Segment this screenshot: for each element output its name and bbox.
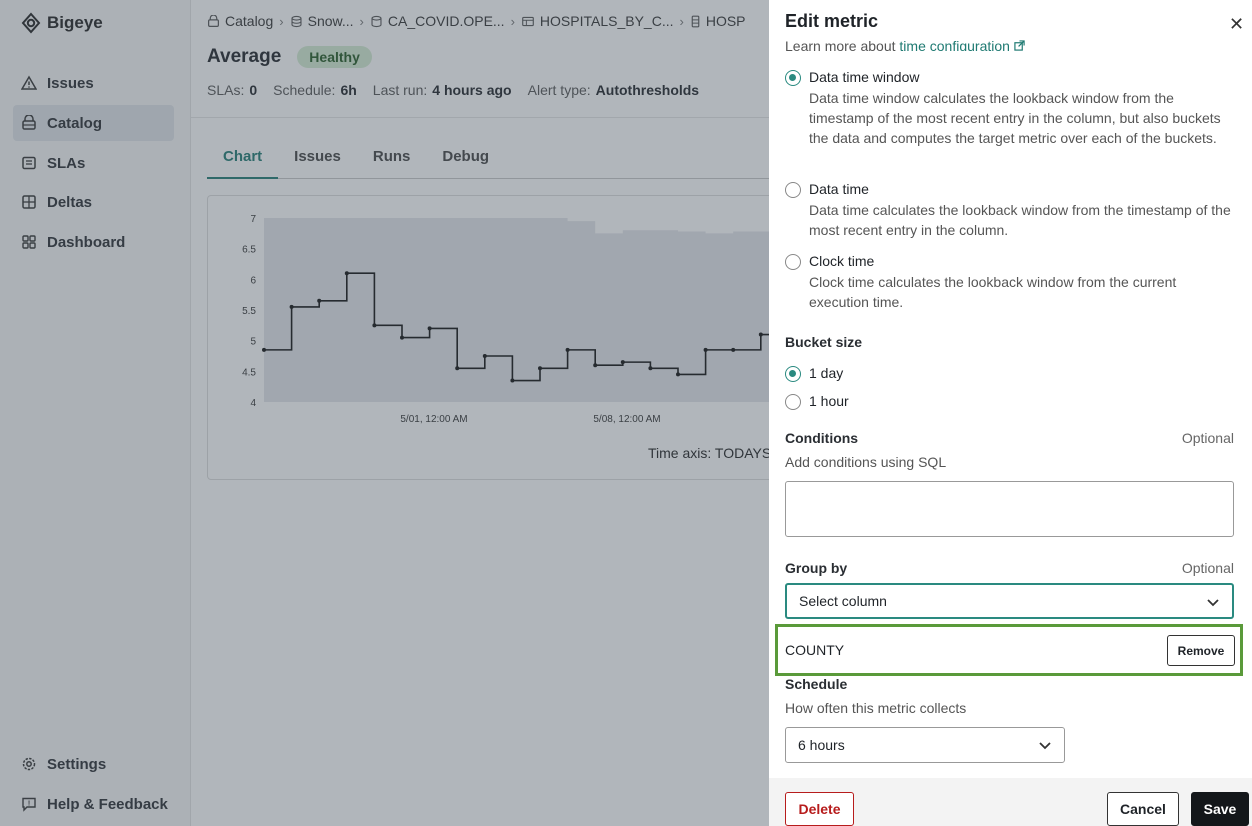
radio-description: Data time calculates the lookback window… [809, 202, 1231, 238]
chevron-down-icon [1039, 742, 1051, 750]
external-link-icon[interactable] [1014, 40, 1025, 51]
radio-data-time-window[interactable]: Data time window [785, 69, 920, 86]
radio-button-checked[interactable] [785, 366, 801, 382]
cancel-button[interactable]: Cancel [1107, 792, 1179, 826]
learn-more-text: Learn more about time configuration [785, 37, 1025, 51]
radio-label: Clock time [809, 253, 875, 269]
group-by-optional: Optional [1181, 560, 1234, 576]
modal-backdrop[interactable] [0, 0, 769, 826]
radio-clock-time[interactable]: Clock time [785, 253, 874, 270]
time-configuration-link[interactable]: time configuration [899, 38, 1010, 51]
schedule-select[interactable]: 6 hours [785, 727, 1065, 763]
save-button[interactable]: Save [1191, 792, 1249, 826]
radio-description: Clock time calculates the lookback windo… [809, 274, 1177, 310]
chevron-down-icon [1207, 599, 1219, 607]
schedule-label: Schedule [785, 676, 848, 692]
drawer-footer: Delete Cancel Save [769, 778, 1252, 826]
radio-description: Data time window calculates the lookback… [809, 90, 1221, 146]
radio-bucket-1-day[interactable]: 1 day [785, 365, 843, 382]
select-placeholder: Select column [799, 593, 887, 609]
group-by-label: Group by [785, 560, 848, 576]
select-value: 6 hours [798, 737, 845, 753]
conditions-label: Conditions [785, 430, 859, 446]
radio-button[interactable] [785, 182, 801, 198]
conditions-sql-input[interactable] [785, 481, 1234, 537]
close-icon[interactable]: ✕ [1229, 14, 1244, 35]
radio-label: Data time window [809, 69, 920, 85]
radio-label: 1 day [809, 365, 844, 381]
radio-bucket-1-hour[interactable]: 1 hour [785, 393, 849, 410]
radio-button[interactable] [785, 394, 801, 410]
radio-button[interactable] [785, 254, 801, 270]
radio-label: 1 hour [809, 393, 849, 409]
drawer-title: Edit metric [785, 11, 879, 31]
radio-data-time[interactable]: Data time [785, 181, 869, 198]
bucket-size-label: Bucket size [785, 334, 863, 350]
radio-label: Data time [809, 181, 869, 197]
group-by-selected-item: COUNTY Remove [775, 624, 1243, 676]
group-by-column-select[interactable]: Select column [785, 583, 1234, 619]
remove-button[interactable]: Remove [1167, 635, 1235, 666]
schedule-help: How often this metric collects [785, 700, 967, 716]
group-by-column-name: COUNTY [785, 642, 845, 658]
radio-button-checked[interactable] [785, 70, 801, 86]
delete-button[interactable]: Delete [785, 792, 854, 826]
edit-metric-drawer: Edit metric ✕ Learn more about time conf… [769, 0, 1252, 826]
conditions-help: Add conditions using SQL [785, 454, 947, 470]
learn-prefix: Learn more about [785, 38, 896, 51]
conditions-optional: Optional [1181, 430, 1234, 446]
